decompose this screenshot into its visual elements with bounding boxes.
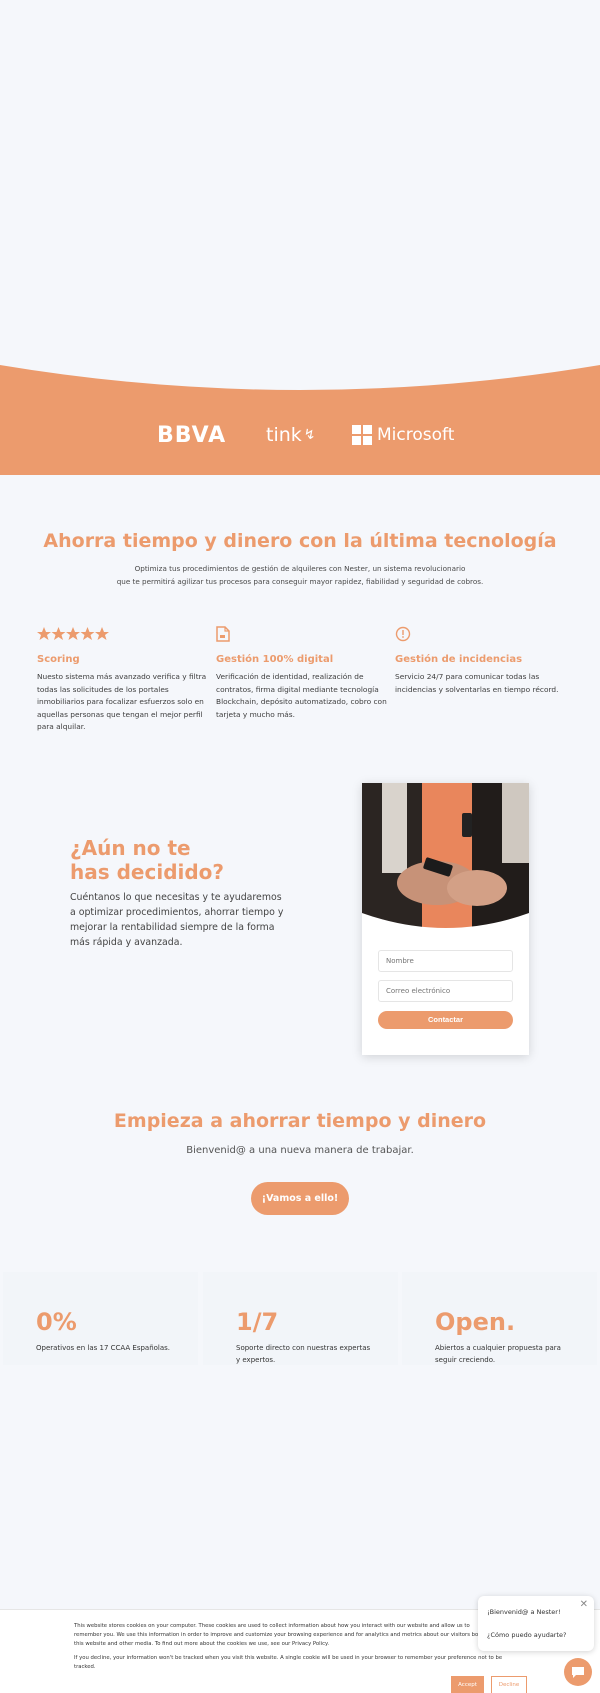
chat-question: ¿Cómo puedo ayudarte? bbox=[487, 1631, 567, 1639]
tink-mark-icon: ↯ bbox=[303, 427, 316, 443]
feature-incidents: Gestión de incidencias Servicio 24/7 par… bbox=[395, 626, 570, 696]
stat-label: Soporte directo con nuestras expertas y … bbox=[236, 1344, 371, 1364]
people-with-phones-photo bbox=[362, 783, 529, 933]
stat-value: 0% bbox=[36, 1308, 77, 1336]
tech-section-title: Ahorra tiempo y dinero con la última tec… bbox=[43, 530, 557, 552]
decide-text: Cuéntanos lo que necesitas y te ayudarem… bbox=[70, 892, 284, 948]
name-input[interactable] bbox=[378, 950, 513, 972]
email-input[interactable] bbox=[378, 980, 513, 1002]
decide-title: ¿Aún no te has decidido? bbox=[70, 836, 270, 884]
decide-title-line: ¿Aún no te bbox=[70, 836, 191, 860]
decide-title-line: has decidido? bbox=[70, 860, 225, 884]
stat-label: Abiertos a cualquier propuesta para segu… bbox=[435, 1344, 561, 1364]
feature-text: Nuesto sistema más avanzado verifica y f… bbox=[37, 672, 207, 731]
chat-popup[interactable]: ✕ ¡Bienvenid@ a Nester! ¿Cómo puedo ayud… bbox=[478, 1596, 594, 1651]
feature-text: Verificación de identidad, realización d… bbox=[216, 672, 387, 719]
star-rating-icon bbox=[37, 626, 212, 642]
chat-launcher-button[interactable] bbox=[564, 1658, 592, 1686]
stat-card-support: 1/7 Soporte directo con nuestras experta… bbox=[203, 1272, 398, 1365]
stat-card-coverage: 0% Operativos en las 17 CCAA Españolas. bbox=[3, 1272, 198, 1365]
bbva-logo: BBVA bbox=[157, 422, 227, 448]
lets-go-button[interactable]: ¡Vamos a ello! bbox=[251, 1182, 349, 1215]
stat-value: 1/7 bbox=[236, 1308, 279, 1336]
stat-card-open: Open. Abiertos a cualquier propuesta par… bbox=[402, 1272, 597, 1365]
cookie-decline-info: If you decline, your information won't b… bbox=[74, 1655, 503, 1670]
stat-value: Open. bbox=[435, 1308, 516, 1336]
chat-greeting: ¡Bienvenid@ a Nester! bbox=[487, 1608, 561, 1616]
feature-text: Servicio 24/7 para comunicar todas las i… bbox=[395, 672, 559, 694]
feature-title: Gestión de incidencias bbox=[395, 654, 523, 665]
start-section-subtitle: Bienvenid@ a una nueva manera de trabaja… bbox=[186, 1145, 414, 1156]
contact-button[interactable]: Contactar bbox=[378, 1011, 513, 1029]
microsoft-grid-icon bbox=[352, 425, 372, 445]
tech-section-subtitle: Optimiza tus procedimientos de gestión d… bbox=[110, 562, 490, 588]
partners-band bbox=[0, 365, 600, 475]
tink-logo-text: tink bbox=[266, 424, 302, 446]
tech-subtitle-line: que te permitirá agilizar tus procesos p… bbox=[116, 577, 484, 586]
partner-logos: BBVA tink ↯ Microsoft bbox=[0, 420, 600, 450]
feature-scoring: Scoring Nuesto sistema más avanzado veri… bbox=[37, 626, 212, 734]
chat-icon bbox=[572, 1667, 584, 1678]
tink-logo: tink ↯ bbox=[266, 420, 316, 450]
document-icon bbox=[216, 626, 391, 642]
feature-digital: Gestión 100% digital Verificación de ide… bbox=[216, 626, 391, 721]
start-section-title: Empieza a ahorrar tiempo y dinero bbox=[113, 1110, 487, 1132]
microsoft-logo: Microsoft bbox=[352, 420, 454, 450]
stat-label: Operativos en las 17 CCAA Españolas. bbox=[36, 1344, 171, 1352]
feature-title: Scoring bbox=[37, 654, 80, 665]
accept-cookies-button[interactable]: Accept bbox=[451, 1676, 484, 1693]
hero-area bbox=[0, 0, 600, 365]
info-icon bbox=[395, 626, 570, 642]
decline-cookies-button[interactable]: Decline bbox=[491, 1676, 527, 1693]
contact-card: Contactar bbox=[362, 783, 529, 1055]
cookie-text: This website stores cookies on your comp… bbox=[74, 1623, 492, 1647]
microsoft-logo-text: Microsoft bbox=[377, 425, 455, 445]
close-icon[interactable]: ✕ bbox=[580, 1599, 588, 1610]
feature-title: Gestión 100% digital bbox=[216, 654, 334, 665]
tech-subtitle-line: Optimiza tus procedimientos de gestión d… bbox=[134, 564, 466, 573]
